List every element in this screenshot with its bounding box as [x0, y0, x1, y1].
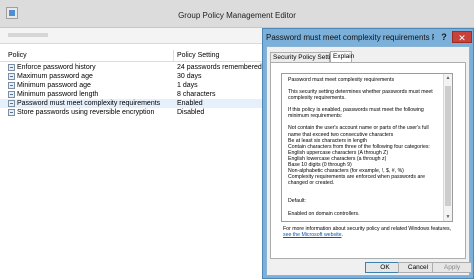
- policy-name: Minimum password length: [17, 91, 99, 98]
- column-separator[interactable]: [173, 50, 174, 62]
- gpme-window-title: Group Policy Management Editor: [178, 11, 296, 20]
- microsoft-website-link[interactable]: see the Microsoft website: [283, 232, 342, 238]
- policy-list-header: Policy Policy Setting: [0, 50, 262, 62]
- policy-row-selected[interactable]: Password must meet complexity requiremen…: [0, 99, 262, 108]
- policy-list[interactable]: Policy Policy Setting Enforce password h…: [0, 44, 262, 279]
- column-header-policy-setting[interactable]: Policy Setting: [177, 52, 219, 59]
- explain-paragraph: If this policy is enabled, passwords mus…: [288, 107, 424, 120]
- policy-row[interactable]: Store passwords using reversible encrypt…: [0, 108, 262, 117]
- dialog-title: Password must meet complexity requiremen…: [266, 33, 434, 42]
- policy-value: 30 days: [177, 73, 202, 80]
- policy-value: Enabled: [177, 100, 203, 107]
- policy-setting-icon: [8, 64, 15, 71]
- policy-name: Store passwords using reversible encrypt…: [17, 109, 155, 116]
- dialog-client-area: Security Policy Setting Explain Password…: [266, 46, 472, 276]
- scroll-down-arrow-icon[interactable]: ▼: [444, 213, 452, 221]
- policy-value: 1 days: [177, 82, 198, 89]
- explain-requirements: Not contain the user's account name or p…: [288, 125, 430, 187]
- policy-row[interactable]: Enforce password history 24 passwords re…: [0, 63, 262, 72]
- policy-setting-icon: [8, 100, 15, 107]
- policy-value: Disabled: [177, 109, 205, 116]
- policy-setting-icon: [8, 82, 15, 89]
- column-header-policy[interactable]: Policy: [8, 52, 27, 59]
- policy-row[interactable]: Minimum password age 1 days: [0, 81, 262, 90]
- policy-name: Password must meet complexity requiremen…: [17, 100, 161, 107]
- policy-row[interactable]: Minimum password length 8 characters: [0, 90, 262, 99]
- explain-paragraph: This security setting determines whether…: [288, 89, 433, 102]
- policy-name: Maximum password age: [17, 73, 93, 80]
- policy-value: 8 characters: [177, 91, 216, 98]
- explain-scrollbar[interactable]: ▲ ▼: [443, 74, 452, 221]
- policy-setting-icon: [8, 109, 15, 116]
- scroll-up-arrow-icon[interactable]: ▲: [444, 74, 452, 82]
- policy-name: Minimum password age: [17, 82, 91, 89]
- explain-tab-panel: Password must meet complexity requiremen…: [270, 62, 466, 259]
- toolbar-placeholder: [8, 33, 48, 37]
- policy-name: Enforce password history: [17, 64, 96, 71]
- close-icon[interactable]: ✕: [452, 31, 472, 43]
- gpme-titlebar: Group Policy Management Editor: [0, 0, 474, 28]
- policy-value: 24 passwords remembered: [177, 64, 262, 71]
- policy-setting-icon: [8, 73, 15, 80]
- scroll-thumb[interactable]: [445, 86, 451, 206]
- policy-setting-icon: [8, 91, 15, 98]
- apply-button[interactable]: Apply: [432, 262, 472, 273]
- explain-default-value: Enabled on domain controllers.: [288, 210, 360, 217]
- explain-text: Password must meet complexity requiremen…: [288, 77, 436, 217]
- policy-row[interactable]: Maximum password age 30 days: [0, 72, 262, 81]
- help-icon[interactable]: ?: [438, 32, 450, 43]
- more-info-suffix: .: [341, 232, 343, 238]
- more-info-text: For more information about security poli…: [283, 226, 459, 238]
- explain-text-box[interactable]: Password must meet complexity requiremen…: [281, 73, 453, 222]
- policy-properties-dialog: Password must meet complexity requiremen…: [262, 28, 474, 279]
